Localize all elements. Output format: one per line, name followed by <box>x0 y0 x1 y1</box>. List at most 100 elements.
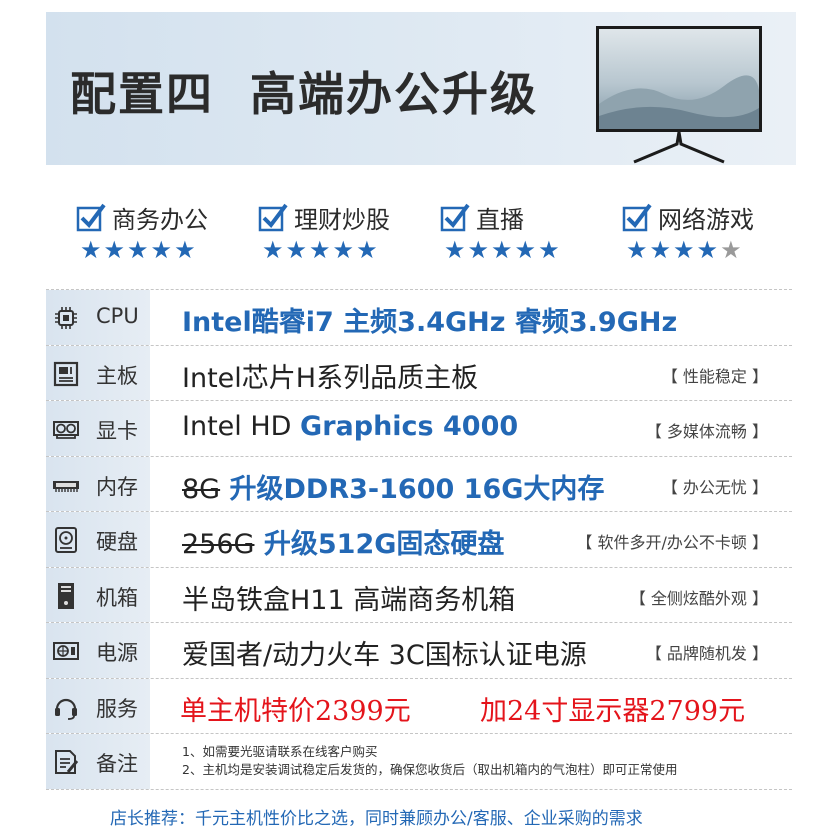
spec-row-service: 服务 单主机特价2399元 加24寸显示器2799元 <box>46 678 792 734</box>
star-filled-icon: ★ <box>127 236 151 264</box>
spec-row-motherboard: 主板 Intel芯片H系列品质主板 【 性能稳定 】 <box>46 345 792 401</box>
feature-label: 理财炒股 <box>294 206 390 234</box>
star-rating: ★★★★★ <box>444 236 562 264</box>
star-filled-icon: ★ <box>626 236 650 264</box>
star-filled-icon: ★ <box>103 236 128 264</box>
hard-disk-icon <box>55 527 77 553</box>
row-label: 主板 <box>96 363 138 388</box>
row-header: 内存 <box>46 456 150 511</box>
motherboard-note: 【 性能稳定 】 <box>661 366 768 386</box>
star-filled-icon: ★ <box>332 236 357 264</box>
case-spec: 半岛铁盒H11 高端商务机箱 <box>182 584 516 616</box>
row-label: 电源 <box>96 641 138 665</box>
star-filled-icon: ★ <box>174 236 198 264</box>
star-filled-icon: ★ <box>285 236 310 264</box>
disk-old: 256G <box>182 529 255 560</box>
star-filled-icon: ★ <box>444 236 468 264</box>
row-header: 电源 <box>46 623 150 678</box>
row-label: 机箱 <box>96 585 138 610</box>
star-empty-icon: ★ <box>720 236 744 264</box>
feature-label: 商务办公 <box>112 206 208 234</box>
feature-label: 直播 <box>476 206 524 234</box>
checkbox-checked-icon <box>76 203 106 232</box>
feature-ratings: 商务办公 ★★★★★ 理财炒股 ★★★★★ 直播 ★★★★★ 网络游戏 ★★★★… <box>46 198 796 268</box>
power-note: 【 品牌随机发 】 <box>645 644 768 663</box>
star-filled-icon: ★ <box>356 236 380 264</box>
star-filled-icon: ★ <box>467 236 492 264</box>
price-with-monitor: 加24寸显示器2799元 <box>480 695 746 727</box>
spec-row-graphics: 显卡 Intel HD Graphics 4000 【 多媒体流畅 】 <box>46 401 792 457</box>
row-header: 主板 <box>46 345 150 400</box>
graphics-note: 【 多媒体流畅 】 <box>645 422 768 441</box>
spec-row-case: 机箱 半岛铁盒H11 高端商务机箱 【 全侧炫酷外观 】 <box>46 567 792 623</box>
feature-livestream: 直播 ★★★★★ <box>440 198 630 268</box>
feature-finance: 理财炒股 ★★★★★ <box>258 198 448 268</box>
row-header: 服务 <box>46 678 150 733</box>
disk-upgrade: 升级512G固态硬盘 <box>254 529 505 560</box>
row-header: CPU <box>46 290 150 345</box>
row-label: 内存 <box>96 474 138 499</box>
memory-upgrade: 升级DDR3-1600 16G大内存 <box>220 473 605 505</box>
star-filled-icon: ★ <box>309 236 333 264</box>
power-spec: 爱国者/动力火车 3C国标认证电源 <box>182 640 587 671</box>
cpu-icon <box>55 307 77 329</box>
spec-row-power: 电源 爱国者/动力火车 3C国标认证电源 【 品牌随机发 】 <box>46 623 792 679</box>
checkbox-checked-icon <box>258 203 288 232</box>
store-recommendation: 店长推荐：千元主机性价比之选，同时兼顾办公/客服、企业采购的需求 <box>110 809 643 829</box>
spec-row-memory: 内存 8G 升级DDR3-1600 16G大内存 【 办公无忧 】 <box>46 456 792 512</box>
note-icon <box>55 750 79 774</box>
star-filled-icon: ★ <box>649 236 674 264</box>
checkbox-checked-icon <box>440 203 470 232</box>
power-supply-icon <box>53 642 79 660</box>
memory-note: 【 办公无忧 】 <box>661 477 768 497</box>
headset-icon <box>55 698 77 720</box>
row-header: 备注 <box>46 734 150 789</box>
memory-old: 8G <box>182 473 221 505</box>
star-filled-icon: ★ <box>673 236 697 264</box>
row-header: 硬盘 <box>46 512 150 567</box>
row-label: 硬盘 <box>96 530 138 554</box>
star-filled-icon: ★ <box>491 236 515 264</box>
config-title: 高端办公升级 <box>250 67 538 121</box>
config-label: 配置四 <box>70 67 214 121</box>
notes-text: 1、如需要光驱请联系在线客户购买 2、主机均是安装调试稳定后发货的，确保您收货后… <box>182 743 677 779</box>
spec-row-cpu: CPU Intel酷睿i7 主频3.4GHz 睿频3.9GHz <box>46 290 792 346</box>
row-label: 备注 <box>96 752 138 776</box>
star-filled-icon: ★ <box>80 236 104 264</box>
disk-spec: 256G 升级512G固态硬盘 <box>182 522 504 561</box>
star-rating: ★★★★★ <box>626 236 744 264</box>
monitor-icon <box>596 26 762 164</box>
graphics-model: Graphics 4000 <box>300 411 519 442</box>
spec-table: CPU Intel酷睿i7 主频3.4GHz 睿频3.9GHz 主板 Intel… <box>46 289 792 790</box>
checkbox-checked-icon <box>622 203 652 232</box>
feature-label: 网络游戏 <box>658 206 754 234</box>
star-filled-icon: ★ <box>150 236 175 264</box>
motherboard-icon <box>53 361 79 386</box>
star-rating: ★★★★★ <box>262 236 380 264</box>
graphics-spec: Intel HD Graphics 4000 <box>182 411 518 442</box>
case-icon <box>58 582 74 609</box>
price-host-only: 单主机特价2399元 <box>180 695 411 727</box>
feature-gaming: 网络游戏 ★★★★★ <box>622 198 812 268</box>
feature-business: 商务办公 ★★★★★ <box>76 198 266 268</box>
header-banner: 配置四 高端办公升级 <box>46 12 796 165</box>
page-title: 配置四 高端办公升级 <box>70 58 538 124</box>
memory-icon <box>53 480 79 492</box>
spec-row-disk: 硬盘 256G 升级512G固态硬盘 【 软件多开/办公不卡顿 】 <box>46 512 792 568</box>
row-label: 服务 <box>96 696 138 721</box>
graphics-prefix: Intel HD <box>182 411 301 442</box>
memory-spec: 8G 升级DDR3-1600 16G大内存 <box>182 467 604 506</box>
disk-note: 【 软件多开/办公不卡顿 】 <box>576 533 768 552</box>
row-label: CPU <box>96 304 139 328</box>
row-header: 显卡 <box>46 401 150 456</box>
star-filled-icon: ★ <box>538 236 562 264</box>
star-filled-icon: ★ <box>262 236 286 264</box>
note-line-2: 2、主机均是安装调试稳定后发货的，确保您收货后（取出机箱内的气泡柱）即可正常使用 <box>182 762 678 777</box>
graphics-card-icon <box>53 421 79 439</box>
star-rating: ★★★★★ <box>80 236 198 264</box>
star-filled-icon: ★ <box>696 236 721 264</box>
star-filled-icon: ★ <box>514 236 539 264</box>
cpu-spec: Intel酷睿i7 主频3.4GHz 睿频3.9GHz <box>182 307 678 338</box>
case-note: 【 全侧炫酷外观 】 <box>629 588 768 608</box>
note-line-1: 1、如需要光驱请联系在线客户购买 <box>182 744 378 759</box>
